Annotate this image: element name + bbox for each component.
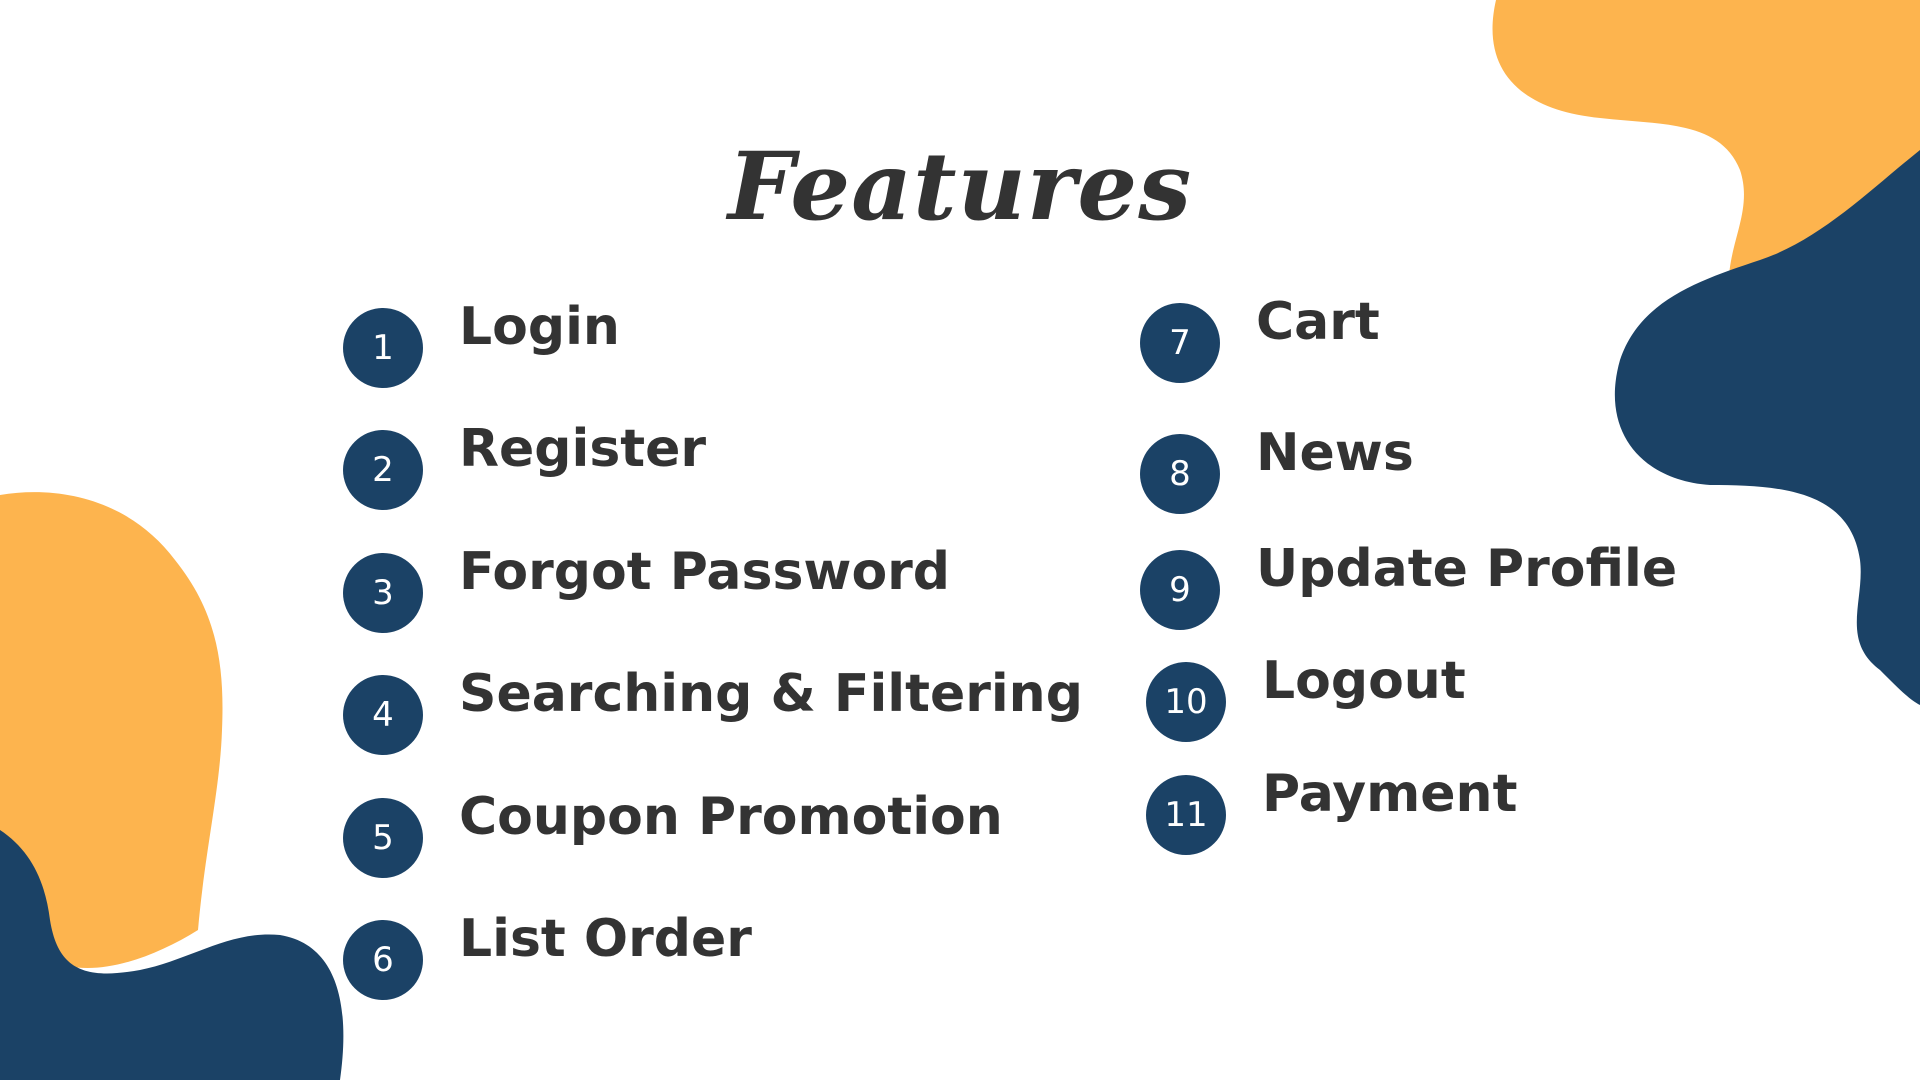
number-badge: 3 — [343, 553, 423, 633]
feature-label: Logout — [1262, 651, 1466, 711]
feature-label: Searching & Filtering — [459, 664, 1083, 724]
feature-label: Cart — [1256, 292, 1380, 352]
feature-label: Forgot Password — [459, 542, 951, 602]
page-title: Features — [727, 132, 1193, 242]
feature-label: News — [1256, 423, 1414, 483]
number-badge: 4 — [343, 675, 423, 755]
feature-label: Update Profile — [1256, 539, 1678, 599]
number-badge: 10 — [1146, 662, 1226, 742]
number-badge: 11 — [1146, 775, 1226, 855]
number-badge: 6 — [343, 920, 423, 1000]
feature-label: List Order — [459, 909, 752, 969]
number-badge: 5 — [343, 798, 423, 878]
number-badge: 7 — [1140, 303, 1220, 383]
number-badge: 8 — [1140, 434, 1220, 514]
feature-label: Payment — [1262, 764, 1518, 824]
feature-label: Register — [459, 419, 707, 479]
feature-label: Coupon Promotion — [459, 787, 1003, 847]
feature-label: Login — [459, 297, 620, 357]
number-badge: 9 — [1140, 550, 1220, 630]
number-badge: 1 — [343, 308, 423, 388]
number-badge: 2 — [343, 430, 423, 510]
